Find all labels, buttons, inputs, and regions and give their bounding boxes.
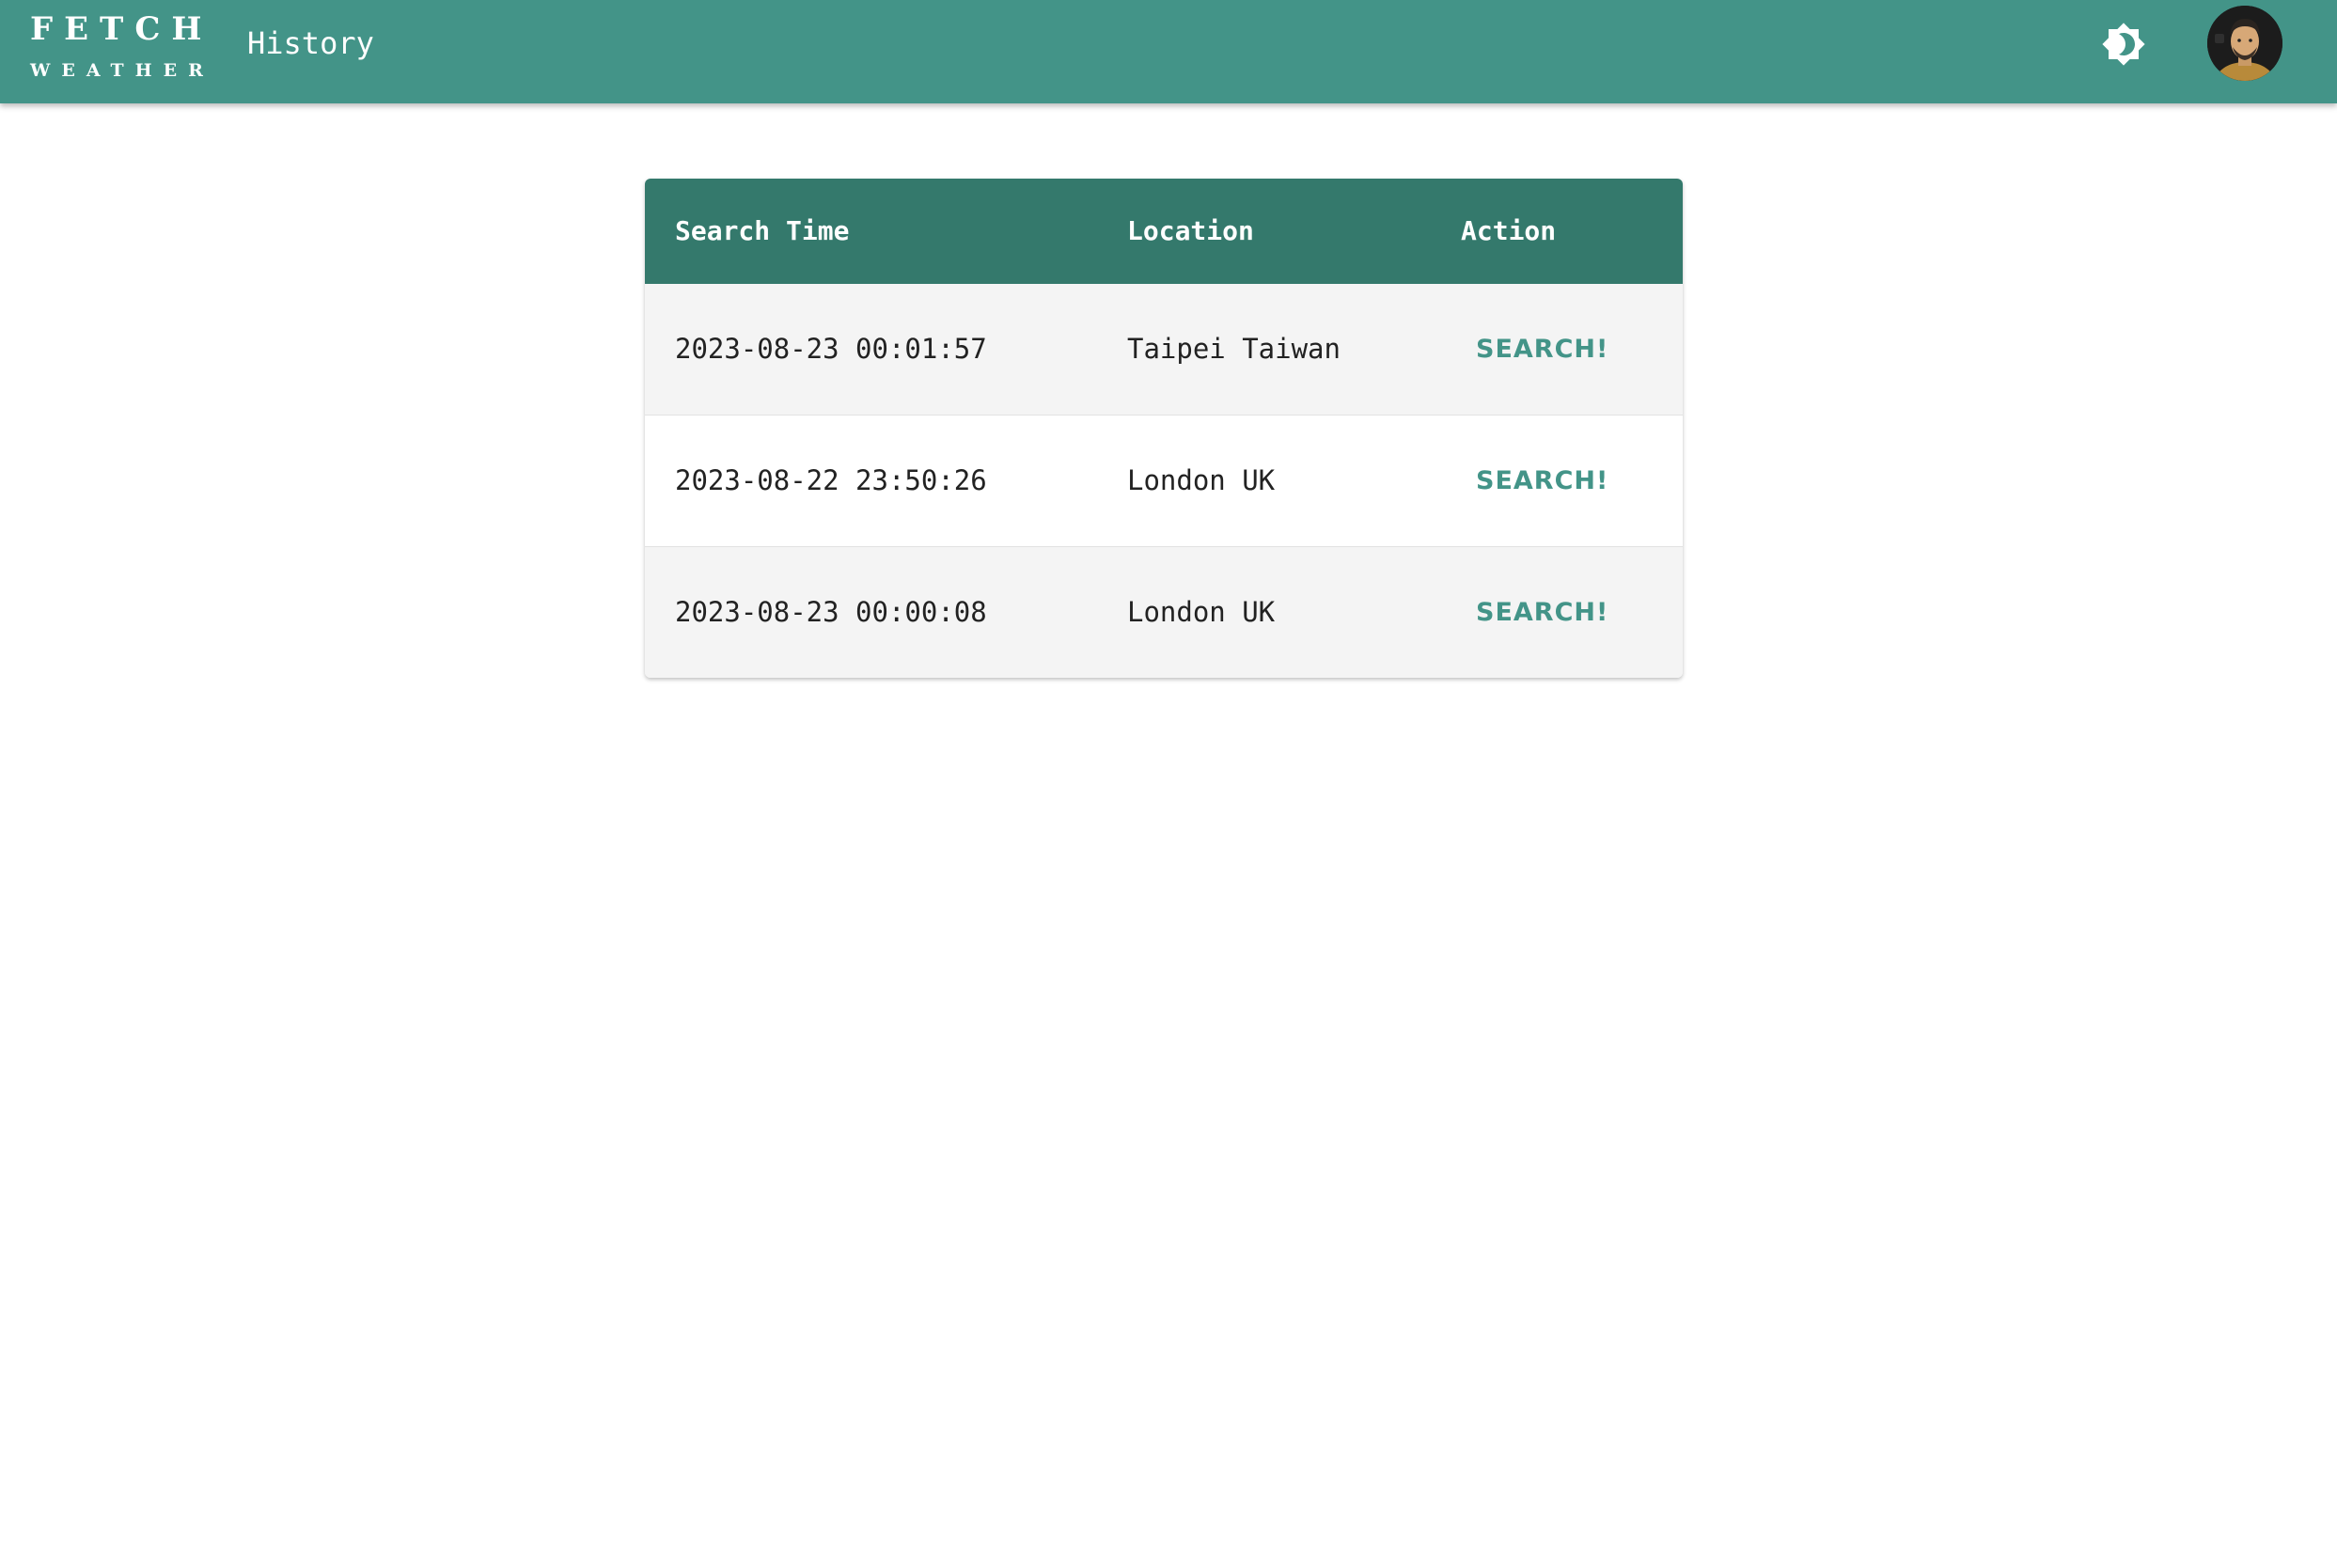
search-time-cell: 2023-08-23 00:00:08 (675, 596, 987, 628)
column-header-search-time: Search Time (675, 215, 850, 246)
user-avatar[interactable] (2207, 6, 2282, 81)
column-header-action: Action (1461, 215, 1557, 246)
app-logo[interactable]: FETCH WEATHER (30, 6, 214, 80)
table-header: Search Time Location Action (645, 179, 1683, 284)
table-row: 2023-08-23 00:01:57 Taipei Taiwan SEARCH… (645, 284, 1683, 415)
location-cell: London UK (1127, 596, 1276, 628)
search-button[interactable]: SEARCH! (1476, 284, 1608, 415)
app-bar: FETCH WEATHER History (0, 0, 2337, 103)
history-table: Search Time Location Action 2023-08-23 0… (645, 179, 1683, 678)
brightness-icon (2102, 23, 2145, 66)
table-row: 2023-08-23 00:00:08 London UK SEARCH! (645, 546, 1683, 678)
theme-toggle-button[interactable] (2101, 22, 2146, 67)
location-cell: London UK (1127, 464, 1276, 496)
logo-line2: WEATHER (30, 60, 214, 81)
table-row: 2023-08-22 23:50:26 London UK SEARCH! (645, 415, 1683, 546)
search-button[interactable]: SEARCH! (1476, 547, 1608, 678)
search-button[interactable]: SEARCH! (1476, 416, 1608, 546)
location-cell: Taipei Taiwan (1127, 333, 1341, 365)
search-time-cell: 2023-08-22 23:50:26 (675, 464, 987, 496)
search-time-cell: 2023-08-23 00:01:57 (675, 333, 987, 365)
column-header-location: Location (1127, 215, 1254, 246)
avatar-image (2207, 6, 2282, 81)
page-title: History (247, 25, 374, 61)
logo-line1: FETCH (30, 10, 213, 48)
